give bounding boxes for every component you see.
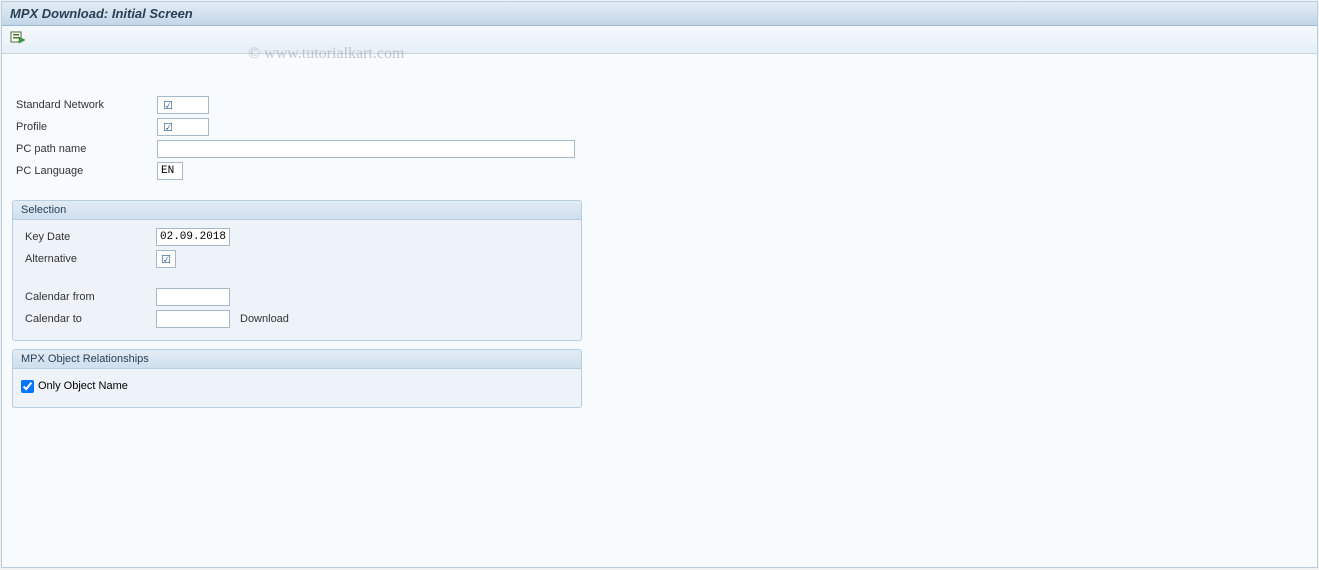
row-key-date: Key Date bbox=[21, 226, 573, 248]
label-pc-path: PC path name bbox=[12, 143, 157, 155]
label-profile: Profile bbox=[12, 121, 157, 133]
required-check-icon: ☑ bbox=[161, 121, 175, 134]
input-pc-language[interactable] bbox=[157, 162, 183, 180]
input-standard-network[interactable]: ☑ bbox=[157, 96, 209, 114]
input-calendar-to[interactable] bbox=[156, 310, 230, 328]
row-pc-path: PC path name bbox=[12, 138, 1307, 160]
group-selection-header: Selection bbox=[13, 201, 581, 220]
required-check-icon: ☑ bbox=[161, 99, 175, 112]
page-title: MPX Download: Initial Screen bbox=[10, 6, 193, 21]
label-key-date: Key Date bbox=[21, 231, 156, 243]
input-calendar-from[interactable] bbox=[156, 288, 230, 306]
row-calendar-to: Calendar to Download bbox=[21, 308, 573, 330]
content-area: Standard Network ☑ Profile ☑ PC path nam… bbox=[2, 54, 1317, 418]
required-check-icon: ☑ bbox=[160, 253, 172, 266]
group-selection: Selection Key Date Alternative ☑ Calenda… bbox=[12, 200, 582, 341]
execute-icon[interactable] bbox=[10, 30, 26, 49]
label-standard-network: Standard Network bbox=[12, 99, 157, 111]
row-only-object-name: Only Object Name bbox=[21, 375, 573, 397]
row-calendar-from: Calendar from bbox=[21, 286, 573, 308]
row-standard-network: Standard Network ☑ bbox=[12, 94, 1307, 116]
checkbox-only-object-name[interactable] bbox=[21, 380, 34, 393]
title-bar: MPX Download: Initial Screen bbox=[2, 2, 1317, 26]
label-pc-language: PC Language bbox=[12, 165, 157, 177]
label-calendar-to: Calendar to bbox=[21, 313, 156, 325]
input-alternative[interactable]: ☑ bbox=[156, 250, 176, 268]
toolbar bbox=[2, 26, 1317, 54]
row-pc-language: PC Language bbox=[12, 160, 1307, 182]
input-key-date[interactable] bbox=[156, 228, 230, 246]
label-download-suffix: Download bbox=[240, 313, 289, 325]
label-only-object-name: Only Object Name bbox=[38, 380, 128, 392]
label-calendar-from: Calendar from bbox=[21, 291, 156, 303]
label-alternative: Alternative bbox=[21, 253, 156, 265]
row-alternative: Alternative ☑ bbox=[21, 248, 573, 270]
input-pc-path[interactable] bbox=[157, 140, 575, 158]
group-relationships: MPX Object Relationships Only Object Nam… bbox=[12, 349, 582, 408]
group-relationships-header: MPX Object Relationships bbox=[13, 350, 581, 369]
input-profile[interactable]: ☑ bbox=[157, 118, 209, 136]
row-profile: Profile ☑ bbox=[12, 116, 1307, 138]
